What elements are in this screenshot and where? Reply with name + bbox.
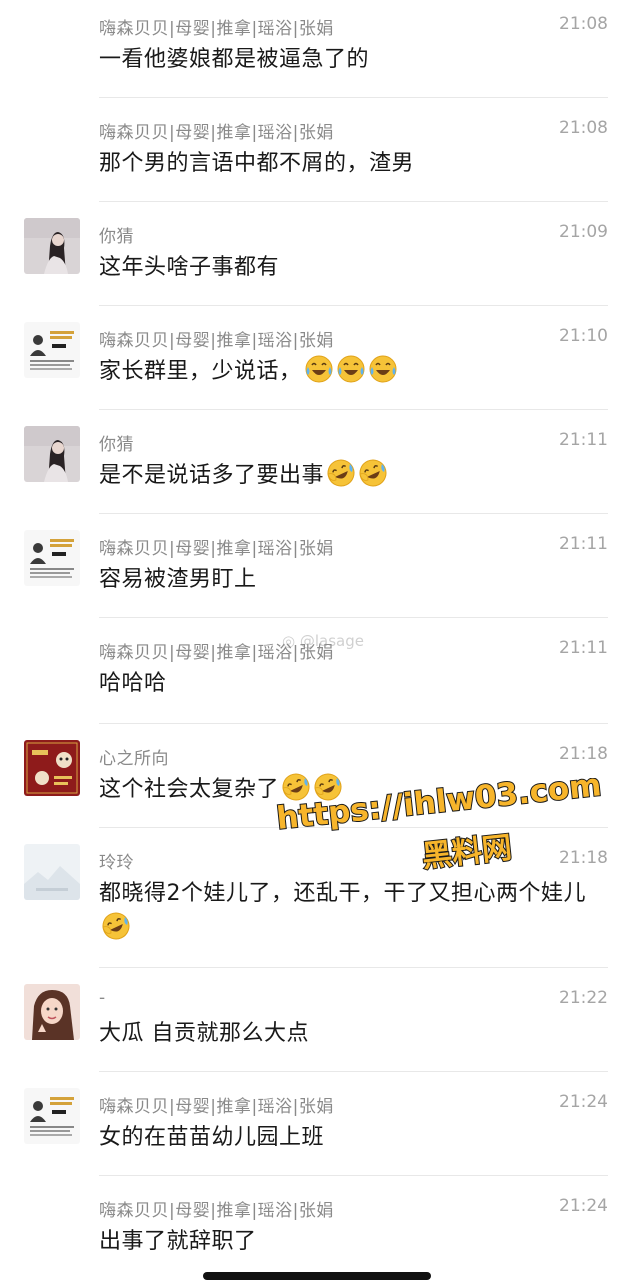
chat-message[interactable]: - 21:22 大瓜 自贡就那么大点: [0, 984, 635, 1088]
message-text: 都晓得2个娃儿了，还乱干，干了又担心两个娃儿: [99, 876, 604, 946]
sender-name: 嗨森贝贝|母婴|推拿|瑶浴|张娟: [99, 19, 334, 39]
sender-name: 嗨森贝贝|母婴|推拿|瑶浴|张娟: [99, 539, 334, 559]
message-time: 21:18: [559, 744, 608, 764]
chat-message[interactable]: 嗨森贝贝|母婴|推拿|瑶浴|张娟 21:11 容易被渣男盯上: [0, 530, 635, 634]
message-text-content: 家长群里，少说话，: [99, 359, 302, 384]
message-time: 21:11: [559, 534, 608, 554]
home-indicator: [203, 1272, 431, 1280]
laugh-cry-emoji: [302, 355, 334, 384]
message-text: 哈哈哈: [99, 666, 604, 701]
chat-message[interactable]: 嗨森贝贝|母婴|推拿|瑶浴|张娟 21:08 一看他婆娘都是被逼急了的: [0, 10, 635, 114]
rofl-emoji: [356, 459, 388, 488]
chat-message[interactable]: 你猜 21:09 这年头啥子事都有: [0, 218, 635, 322]
weibo-icon: ◎: [282, 632, 296, 650]
sender-name: 玲玲: [99, 853, 134, 873]
sender-name: 嗨森贝贝|母婴|推拿|瑶浴|张娟: [99, 331, 334, 351]
laugh-cry-emoji: [366, 355, 398, 384]
avatar[interactable]: [24, 322, 80, 378]
message-text-content: 一看他婆娘都是被逼急了的: [99, 47, 370, 72]
message-text-content: 那个男的言语中都不屑的，渣男: [99, 151, 415, 176]
message-text-content: 大瓜 自贡就那么大点: [99, 1021, 309, 1046]
message-time: 21:11: [559, 430, 608, 450]
sender-name: 嗨森贝贝|母婴|推拿|瑶浴|张娟: [99, 1201, 334, 1221]
site-watermark: https://ihlw03.com 黑料网: [274, 778, 604, 876]
avatar[interactable]: [24, 426, 80, 482]
message-divider: [99, 97, 608, 98]
message-text: 家长群里，少说话，: [99, 354, 604, 389]
chat-message[interactable]: 嗨森贝贝|母婴|推拿|瑶浴|张娟 21:24 女的在苗苗幼儿园上班: [0, 1088, 635, 1192]
sender-name: 心之所向: [99, 749, 169, 769]
chat-message[interactable]: 嗨森贝贝|母婴|推拿|瑶浴|张娟 21:24 出事了就辞职了: [0, 1192, 635, 1280]
message-time: 21:08: [559, 118, 608, 138]
message-time: 21:24: [559, 1196, 608, 1216]
message-text: 大瓜 自贡就那么大点: [99, 1016, 604, 1051]
message-text: 一看他婆娘都是被逼急了的: [99, 42, 604, 77]
rofl-emoji: [99, 912, 131, 941]
message-divider: [99, 723, 608, 724]
laugh-cry-emoji: [334, 355, 366, 384]
chat-message[interactable]: 嗨森贝贝|母婴|推拿|瑶浴|张娟 21:10 家长群里，少说话，: [0, 322, 635, 426]
message-text: 女的在苗苗幼儿园上班: [99, 1120, 604, 1155]
message-text-content: 这个社会太复杂了: [99, 777, 280, 802]
message-text-content: 女的在苗苗幼儿园上班: [99, 1125, 325, 1150]
message-time: 21:11: [559, 638, 608, 658]
watermark-url: https://ihlw03.com: [275, 778, 603, 837]
message-text: 是不是说话多了要出事: [99, 458, 604, 493]
sender-name: -: [99, 988, 106, 1008]
message-time: 21:10: [559, 326, 608, 346]
message-time: 21:24: [559, 1092, 608, 1112]
message-time: 21:22: [559, 988, 608, 1008]
message-text-content: 哈哈哈: [99, 671, 167, 696]
message-text: 这年头啥子事都有: [99, 250, 604, 285]
sender-name: 你猜: [99, 435, 134, 455]
message-text: 那个男的言语中都不屑的，渣男: [99, 146, 604, 181]
avatar[interactable]: [24, 530, 80, 586]
watermark-title: 黑料网: [420, 830, 513, 874]
message-text: 出事了就辞职了: [99, 1224, 604, 1259]
rofl-emoji: [324, 459, 356, 488]
message-divider: [99, 305, 608, 306]
message-divider: [99, 967, 608, 968]
message-text-content: 这年头啥子事都有: [99, 255, 280, 280]
message-time: 21:08: [559, 14, 608, 34]
avatar[interactable]: [24, 1088, 80, 1144]
message-divider: [99, 513, 608, 514]
chat-message[interactable]: 你猜 21:11 是不是说话多了要出事: [0, 426, 635, 530]
chat-message[interactable]: 嗨森贝贝|母婴|推拿|瑶浴|张娟 21:08 那个男的言语中都不屑的，渣男: [0, 114, 635, 218]
message-divider: [99, 201, 608, 202]
message-text-content: 出事了就辞职了: [99, 1229, 257, 1254]
weibo-watermark: ◎ @lasage: [282, 632, 364, 650]
message-time: 21:09: [559, 222, 608, 242]
sender-name: 嗨森贝贝|母婴|推拿|瑶浴|张娟: [99, 1097, 334, 1117]
message-text-content: 容易被渣男盯上: [99, 567, 257, 592]
weibo-watermark-text: @lasage: [299, 632, 364, 650]
message-text: 容易被渣男盯上: [99, 562, 604, 597]
sender-name: 你猜: [99, 227, 134, 247]
message-text-content: 都晓得2个娃儿了，还乱干，干了又担心两个娃儿: [99, 881, 586, 906]
avatar[interactable]: [24, 218, 80, 274]
avatar[interactable]: [24, 740, 80, 796]
avatar[interactable]: [24, 844, 80, 900]
message-divider: [99, 409, 608, 410]
avatar[interactable]: [24, 984, 80, 1040]
sender-name: 嗨森贝贝|母婴|推拿|瑶浴|张娟: [99, 123, 334, 143]
message-text-content: 是不是说话多了要出事: [99, 463, 325, 488]
message-divider: [99, 1175, 608, 1176]
message-divider: [99, 1071, 608, 1072]
message-divider: [99, 617, 608, 618]
